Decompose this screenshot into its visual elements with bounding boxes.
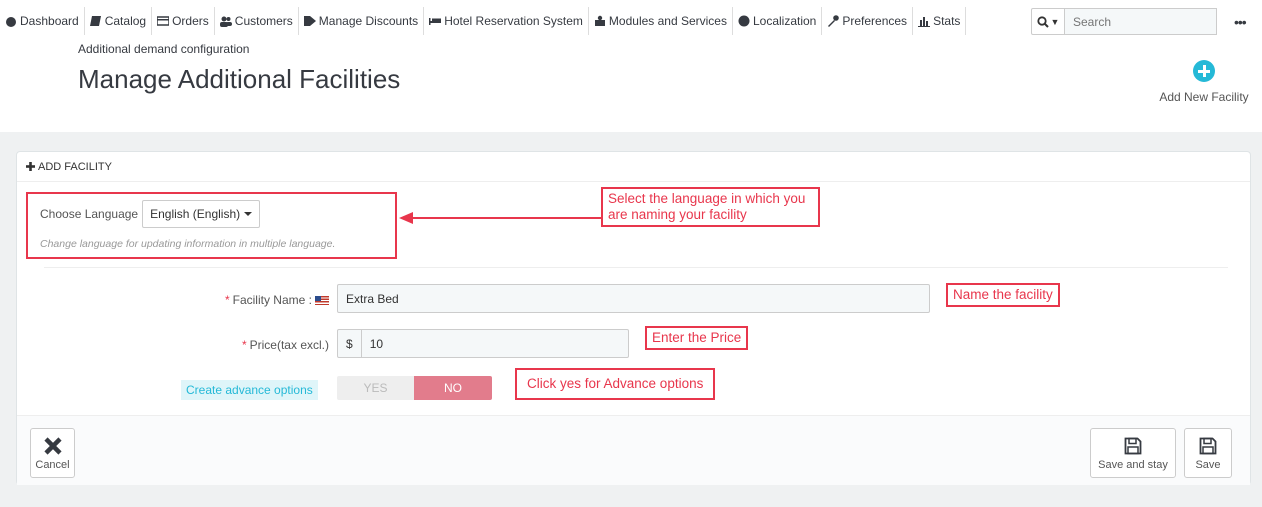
language-row: Choose Language English (English) bbox=[40, 200, 261, 228]
language-selected: English (English) bbox=[150, 207, 241, 221]
us-flag-icon bbox=[315, 296, 329, 306]
annotation-arrow bbox=[399, 212, 602, 224]
nav-label: Stats bbox=[933, 14, 961, 28]
toggle-no[interactable]: NO bbox=[414, 376, 492, 400]
book-icon bbox=[89, 16, 101, 26]
chevron-down-icon: ▼ bbox=[1050, 16, 1060, 27]
globe-icon bbox=[738, 15, 750, 27]
facility-name-input[interactable]: Extra Bed bbox=[337, 284, 930, 313]
main-nav: Dashboard Catalog Orders Customers Manag… bbox=[0, 6, 967, 36]
save-label: Save bbox=[1195, 459, 1221, 471]
advance-options-label: Create advance options bbox=[181, 380, 318, 400]
facility-name-label: * Facility Name : bbox=[167, 293, 329, 307]
search-input[interactable] bbox=[1065, 8, 1217, 35]
search-type-button[interactable]: ▼ bbox=[1031, 8, 1065, 35]
language-dropdown[interactable]: English (English) bbox=[142, 200, 261, 228]
panel-footer: Cancel Save and stay Save bbox=[17, 415, 1250, 485]
language-annotation: Select the language in which you are nam… bbox=[601, 187, 820, 227]
floppy-disk-icon bbox=[1124, 437, 1142, 455]
required-marker: * bbox=[224, 293, 230, 307]
more-menu-icon[interactable]: ••• bbox=[1234, 14, 1247, 30]
wrench-icon bbox=[828, 15, 840, 27]
save-and-stay-button[interactable]: Save and stay bbox=[1090, 428, 1176, 478]
search-bar: ▼ bbox=[1031, 8, 1217, 35]
facility-name-label-text: Facility Name : bbox=[232, 293, 312, 307]
price-value: 10 bbox=[369, 336, 384, 351]
nav-item-customers[interactable]: Customers bbox=[215, 7, 299, 35]
panel-heading-label: ADD FACILITY bbox=[38, 160, 112, 173]
top-header: Dashboard Catalog Orders Customers Manag… bbox=[0, 0, 1262, 132]
close-icon bbox=[43, 437, 62, 455]
panel-heading: ADD FACILITY bbox=[17, 152, 1250, 182]
plus-icon bbox=[26, 162, 35, 171]
bed-icon bbox=[429, 18, 442, 25]
users-icon bbox=[219, 16, 232, 27]
credit-card-icon bbox=[157, 16, 170, 26]
name-annotation: Name the facility bbox=[946, 283, 1060, 307]
add-new-facility-label: Add New Facility bbox=[1159, 90, 1249, 104]
facility-name-value: Extra Bed bbox=[346, 291, 399, 306]
page-title: Manage Additional Facilities bbox=[78, 64, 401, 94]
dashboard-icon bbox=[6, 17, 16, 27]
advance-options-toggle[interactable]: YES NO bbox=[337, 376, 492, 400]
add-new-facility-button[interactable]: Add New Facility bbox=[1152, 60, 1256, 104]
nav-label: Manage Discounts bbox=[318, 14, 419, 28]
search-icon bbox=[1036, 15, 1049, 28]
language-help-text: Change language for updating information… bbox=[40, 238, 336, 250]
nav-item-orders[interactable]: Orders bbox=[152, 7, 215, 35]
nav-label: Modules and Services bbox=[608, 14, 727, 28]
nav-label: Hotel Reservation System bbox=[444, 14, 583, 28]
nav-label: Localization bbox=[752, 14, 817, 28]
nav-label: Customers bbox=[234, 14, 293, 28]
price-label-text: Price(tax excl.) bbox=[249, 338, 329, 352]
nav-label: Preferences bbox=[842, 14, 908, 28]
add-facility-panel: ADD FACILITY Choose Language English (En… bbox=[16, 151, 1251, 485]
puzzle-icon bbox=[594, 15, 605, 26]
cancel-button[interactable]: Cancel bbox=[30, 428, 75, 478]
breadcrumb: Additional demand configuration bbox=[78, 42, 250, 56]
nav-item-dashboard[interactable]: Dashboard bbox=[0, 7, 85, 35]
advance-annotation: Click yes for Advance options bbox=[515, 368, 716, 400]
nav-item-modules-and-services[interactable]: Modules and Services bbox=[589, 7, 733, 35]
nav-item-preferences[interactable]: Preferences bbox=[822, 7, 914, 35]
required-marker: * bbox=[241, 338, 247, 352]
cancel-label: Cancel bbox=[35, 459, 70, 471]
currency-prefix: $ bbox=[346, 330, 362, 357]
nav-label: Catalog bbox=[104, 14, 147, 28]
caret-down-icon bbox=[244, 212, 253, 216]
tag-icon bbox=[303, 16, 316, 26]
nav-item-catalog[interactable]: Catalog bbox=[85, 7, 153, 35]
nav-item-localization[interactable]: Localization bbox=[733, 7, 823, 35]
nav-item-hotel-reservation-system[interactable]: Hotel Reservation System bbox=[424, 7, 589, 35]
price-label: * Price(tax excl.) bbox=[167, 338, 329, 352]
nav-item-manage-discounts[interactable]: Manage Discounts bbox=[299, 7, 425, 35]
plus-circle-icon bbox=[1193, 60, 1215, 82]
price-input[interactable]: $ 10 bbox=[337, 329, 629, 358]
divider bbox=[44, 267, 1228, 268]
toggle-yes[interactable]: YES bbox=[337, 376, 414, 400]
save-button[interactable]: Save bbox=[1184, 428, 1232, 478]
nav-label: Orders bbox=[172, 14, 209, 28]
floppy-disk-icon bbox=[1199, 437, 1217, 455]
save-and-stay-label: Save and stay bbox=[1098, 459, 1168, 471]
language-label: Choose Language bbox=[40, 207, 139, 221]
nav-label: Dashboard bbox=[20, 14, 79, 28]
nav-item-stats[interactable]: Stats bbox=[913, 7, 967, 35]
bar-chart-icon bbox=[918, 17, 931, 27]
price-annotation: Enter the Price bbox=[645, 326, 749, 350]
